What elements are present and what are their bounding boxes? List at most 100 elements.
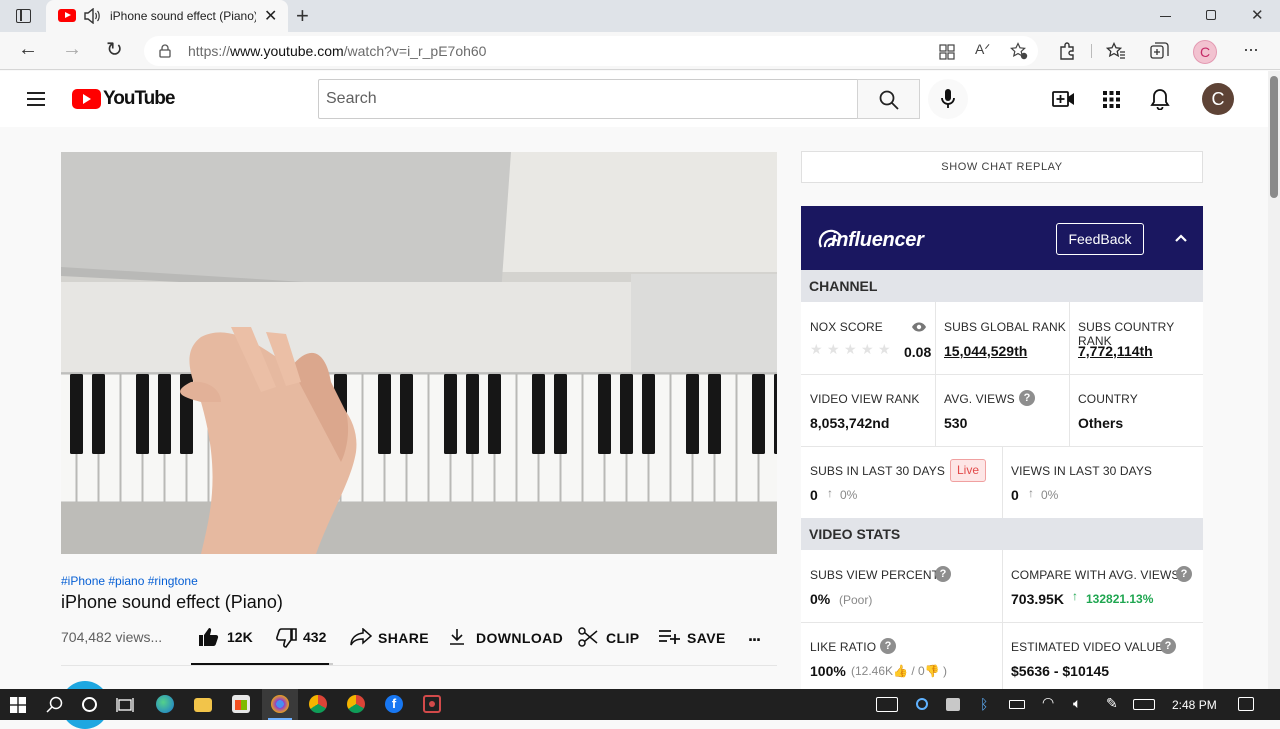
download-label: DOWNLOAD (476, 630, 564, 646)
collections-icon[interactable] (1150, 42, 1169, 60)
tray-copilot-icon[interactable] (916, 698, 928, 710)
forward-icon[interactable]: → (62, 38, 82, 61)
country-value: Others (1078, 415, 1124, 431)
apps-icon[interactable] (1103, 91, 1120, 108)
live-badge: Live (950, 459, 986, 482)
restore-icon[interactable] (1206, 10, 1216, 20)
subs-country-rank-value[interactable]: 7,772,114th (1078, 343, 1153, 359)
estimated-value-help-icon[interactable]: ? (1160, 638, 1176, 654)
feedback-button[interactable]: FeedBack (1056, 223, 1144, 255)
file-explorer-icon[interactable] (194, 698, 212, 712)
windows-start-icon[interactable] (10, 697, 26, 713)
views-30-arrow-icon: ↑ (1028, 486, 1034, 500)
tray-keyboard-icon[interactable] (1133, 699, 1155, 710)
search-button[interactable] (857, 79, 920, 119)
refresh-icon[interactable]: ↻ (106, 37, 123, 62)
lock-icon[interactable] (159, 44, 171, 58)
chrome-canary-icon[interactable] (271, 695, 289, 713)
taskbar-clock[interactable]: 2:48 PM (1172, 698, 1217, 712)
tray-volume-icon[interactable]: 🔈︎ (1073, 695, 1081, 712)
create-video-icon[interactable] (1052, 89, 1076, 109)
close-window-icon[interactable]: ✕ (1251, 6, 1264, 24)
save-button[interactable]: SAVE (658, 626, 728, 650)
youtube-logo[interactable]: YouTube (72, 88, 175, 110)
apps-grid-icon[interactable] (939, 44, 955, 60)
search-placeholder: Search (326, 90, 377, 107)
like-ratio-value: 100% (810, 663, 846, 679)
like-ratio-label: LIKE RATIO (810, 640, 877, 654)
read-aloud-icon[interactable]: Aᐟ (975, 41, 990, 58)
minimize-icon[interactable] (1160, 16, 1171, 17)
video-player[interactable] (61, 152, 777, 554)
like-count: 12K (227, 629, 253, 645)
chrome-profile-icon[interactable] (347, 695, 365, 713)
menu-icon[interactable] (27, 92, 45, 106)
chrome-icon[interactable] (309, 695, 327, 713)
collapse-chevron-icon[interactable] (1175, 234, 1187, 242)
avg-views-value: 530 (944, 415, 968, 431)
favorites-icon[interactable] (1106, 42, 1126, 60)
eye-icon[interactable] (911, 322, 927, 332)
back-icon[interactable]: ← (18, 38, 38, 61)
video-hashtags[interactable]: #iPhone #piano #ringtone (61, 574, 198, 588)
nox-score-stars: ★ ★ ★ ★ ★ (810, 341, 900, 357)
tray-network-icon[interactable]: ◠ (1042, 694, 1054, 711)
cortana-icon[interactable] (82, 697, 97, 712)
tray-battery-icon[interactable] (1009, 700, 1025, 709)
subs-view-percent-help-icon[interactable]: ? (935, 566, 951, 582)
compare-help-icon[interactable]: ? (1176, 566, 1192, 582)
settings-more-icon[interactable]: ··· (1243, 39, 1259, 60)
screen-recorder-icon[interactable] (423, 695, 441, 713)
account-avatar[interactable]: C (1202, 83, 1234, 115)
new-tab-icon[interactable]: + (296, 3, 309, 29)
url-field[interactable]: https://www.youtube.com/watch?v=i_r_pE7o… (144, 36, 1038, 66)
compare-avg-views-value: 703.95K (1011, 591, 1064, 607)
tray-app-icon[interactable] (946, 698, 960, 711)
task-view-icon[interactable] (116, 696, 134, 714)
tray-pen-icon[interactable]: ✎ (1106, 695, 1118, 712)
nox-star-icon: ★ (844, 341, 857, 357)
subs-30-arrow-icon: ↑ (827, 486, 833, 500)
taskbar-search-icon[interactable] (46, 696, 64, 714)
system-tray: ᛒ ◠ 🔈︎ ✎ (874, 689, 1204, 720)
view-count[interactable]: 704,482 views... (61, 629, 162, 645)
nox-star-icon: ★ (861, 341, 874, 357)
like-ratio-help-icon[interactable]: ? (880, 638, 896, 654)
search-input[interactable]: Search (318, 79, 858, 119)
thumbs-up-icon (199, 628, 219, 646)
nox-star-icon: ★ (878, 341, 891, 357)
notifications-center-icon[interactable] (1238, 697, 1254, 711)
share-button[interactable]: SHARE (350, 626, 430, 650)
tray-news-icon[interactable] (876, 697, 898, 712)
playlist-add-icon (659, 630, 680, 644)
video-frame[interactable] (61, 152, 777, 554)
voice-search-button[interactable] (928, 79, 968, 119)
audio-playing-icon[interactable] (83, 8, 101, 24)
share-label: SHARE (378, 630, 430, 646)
browser-tab[interactable]: iPhone sound effect (Piano) ✕ (46, 0, 288, 32)
edge-icon[interactable] (156, 695, 174, 713)
piano-keyboard (61, 373, 777, 503)
facebook-icon[interactable]: f (385, 695, 403, 713)
profile-avatar[interactable]: C (1193, 40, 1217, 64)
account-initial: C (1211, 89, 1225, 109)
clip-button[interactable]: CLIP (578, 626, 640, 650)
avg-views-help-icon[interactable]: ? (1019, 390, 1035, 406)
download-icon (450, 629, 464, 645)
show-chat-replay-button[interactable]: SHOW CHAT REPLAY (801, 151, 1203, 183)
subs-global-rank-value[interactable]: 15,044,529th (944, 343, 1027, 359)
close-tab-icon[interactable]: ✕ (264, 6, 277, 26)
more-actions-icon[interactable]: ... (748, 625, 761, 646)
grid-divider (801, 374, 1203, 375)
like-ratio-dislikes: / 0 (911, 664, 925, 678)
store-icon[interactable] (232, 695, 250, 713)
notifications-bell-icon[interactable] (1150, 88, 1170, 110)
tab-actions-icon[interactable] (16, 9, 31, 23)
video-stats-section-header: VIDEO STATS (801, 518, 1203, 550)
extensions-icon[interactable] (1058, 42, 1076, 60)
download-button[interactable]: DOWNLOAD (449, 626, 563, 650)
tray-bluetooth-icon[interactable]: ᛒ (980, 696, 988, 712)
live-badge-text: Live (956, 463, 979, 477)
favorite-add-icon[interactable] (1010, 42, 1028, 60)
scrollbar-thumb[interactable] (1270, 76, 1278, 198)
